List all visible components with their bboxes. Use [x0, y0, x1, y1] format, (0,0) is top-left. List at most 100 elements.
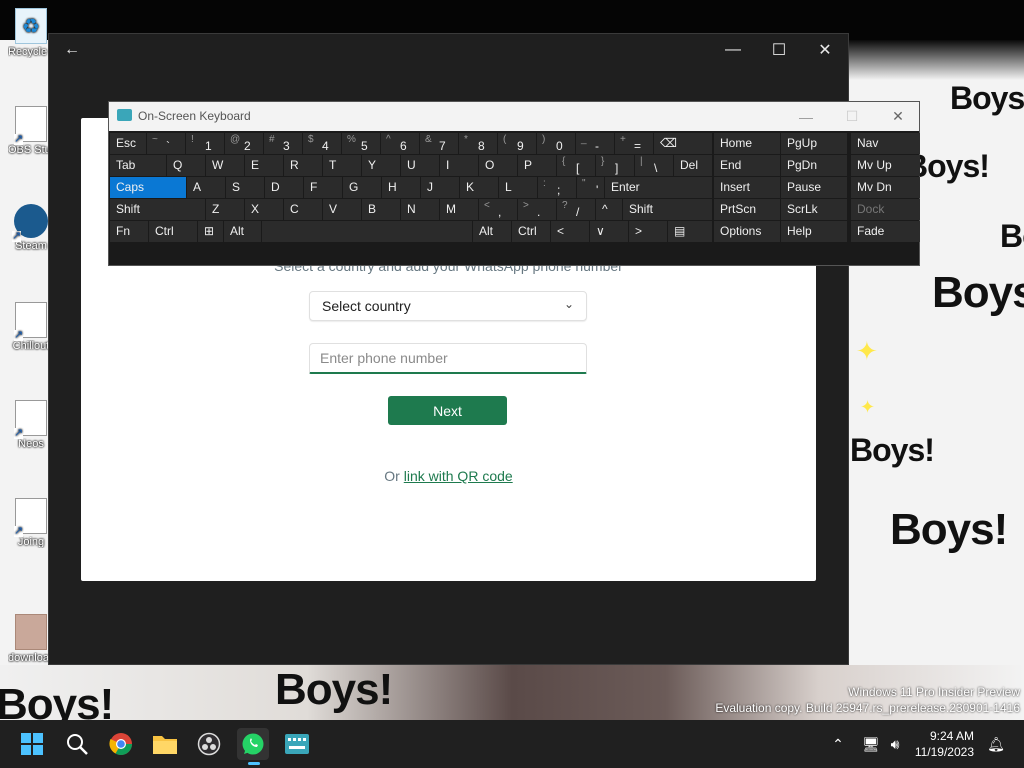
start-button[interactable] [16, 728, 48, 760]
key-[interactable]: >. [518, 199, 556, 220]
key-3[interactable]: #3 [264, 133, 302, 154]
file-explorer-button[interactable] [149, 728, 181, 760]
key-[interactable]: {[ [557, 155, 595, 176]
key-enter[interactable]: Enter [605, 177, 712, 198]
phone-number-input[interactable] [309, 343, 587, 374]
key-s[interactable]: S [226, 177, 264, 198]
key-ctrl[interactable]: Ctrl [512, 221, 550, 242]
key-home[interactable]: Home [714, 133, 780, 154]
key-x[interactable]: X [245, 199, 283, 220]
key-[interactable]: ∨ [590, 221, 628, 242]
key-[interactable]: ⊞ [198, 221, 223, 242]
key-alt[interactable]: Alt [473, 221, 511, 242]
key-fade[interactable]: Fade [851, 221, 920, 242]
notifications-button[interactable]: 🔔︎ [984, 720, 1008, 768]
key-[interactable]: ▤ [668, 221, 712, 242]
key-b[interactable]: B [362, 199, 400, 220]
key-help[interactable]: Help [781, 221, 847, 242]
key-q[interactable]: Q [167, 155, 205, 176]
key-4[interactable]: $4 [303, 133, 341, 154]
key-[interactable]: " ' [577, 177, 604, 198]
key-[interactable]: | \ [635, 155, 673, 176]
key-space[interactable] [262, 221, 472, 242]
osk-close-button[interactable]: ✕ [875, 102, 921, 131]
key-[interactable]: < [551, 221, 589, 242]
key-mv-dn[interactable]: Mv Dn [851, 177, 920, 198]
maximize-button[interactable]: ☐ [756, 34, 802, 66]
key-t[interactable]: T [323, 155, 361, 176]
key-pgdn[interactable]: PgDn [781, 155, 847, 176]
key-tab[interactable]: Tab [110, 155, 166, 176]
key-[interactable]: ? / [557, 199, 595, 220]
key-1[interactable]: ! 1 [186, 133, 224, 154]
key-end[interactable]: End [714, 155, 780, 176]
key-e[interactable]: E [245, 155, 283, 176]
obs-button[interactable] [193, 728, 225, 760]
key-p[interactable]: P [518, 155, 556, 176]
key-fn[interactable]: Fn [110, 221, 148, 242]
key-[interactable]: ⌫ [654, 133, 712, 154]
key-j[interactable]: J [421, 177, 459, 198]
key-7[interactable]: & 7 [420, 133, 458, 154]
key-nav[interactable]: Nav [851, 133, 920, 154]
key-dock[interactable]: Dock [851, 199, 920, 220]
key-insert[interactable]: Insert [714, 177, 780, 198]
key-a[interactable]: A [187, 177, 225, 198]
key-k[interactable]: K [460, 177, 498, 198]
volume-button[interactable]: 🔊︎ [884, 720, 906, 768]
key-i[interactable]: I [440, 155, 478, 176]
key-esc[interactable]: Esc [110, 133, 146, 154]
link-with-qr-code[interactable]: link with QR code [404, 468, 513, 484]
key-mv-up[interactable]: Mv Up [851, 155, 920, 176]
key-o[interactable]: O [479, 155, 517, 176]
key-pgup[interactable]: PgUp [781, 133, 847, 154]
on-screen-keyboard-taskbar-button[interactable] [281, 728, 313, 760]
key-shift[interactable]: Shift [110, 199, 205, 220]
key-0[interactable]: ) 0 [537, 133, 575, 154]
key-n[interactable]: N [401, 199, 439, 220]
key-shift[interactable]: Shift [623, 199, 712, 220]
key-w[interactable]: W [206, 155, 244, 176]
key-2[interactable]: @2 [225, 133, 263, 154]
network-status-button[interactable]: 🖥︎ [856, 720, 886, 768]
osk-minimize-button[interactable]: — [783, 102, 829, 131]
key-v[interactable]: V [323, 199, 361, 220]
key-[interactable]: ~ ` [147, 133, 185, 154]
key-z[interactable]: Z [206, 199, 244, 220]
key-prtscn[interactable]: PrtScn [714, 199, 780, 220]
clock[interactable]: 9:24 AM 11/19/2023 [912, 728, 974, 760]
key-m[interactable]: M [440, 199, 478, 220]
key-u[interactable]: U [401, 155, 439, 176]
osk-maximize-button[interactable]: ☐ [829, 102, 875, 131]
key-[interactable]: ^ [596, 199, 622, 220]
key-scrlk[interactable]: ScrLk [781, 199, 847, 220]
key-d[interactable]: D [265, 177, 303, 198]
next-button[interactable]: Next [388, 396, 507, 425]
key-[interactable]: }] [596, 155, 634, 176]
key-g[interactable]: G [343, 177, 381, 198]
key-pause[interactable]: Pause [781, 177, 847, 198]
key-y[interactable]: Y [362, 155, 400, 176]
key-alt[interactable]: Alt [224, 221, 261, 242]
key-c[interactable]: C [284, 199, 322, 220]
key-[interactable]: _ - [576, 133, 614, 154]
key-[interactable]: <, [479, 199, 517, 220]
key-[interactable]: > [629, 221, 667, 242]
key-options[interactable]: Options [714, 221, 780, 242]
key-8[interactable]: * 8 [459, 133, 497, 154]
key-f[interactable]: F [304, 177, 342, 198]
chrome-button[interactable] [105, 728, 137, 760]
key-[interactable]: + = [615, 133, 653, 154]
whatsapp-taskbar-button[interactable] [237, 728, 269, 765]
key-h[interactable]: H [382, 177, 420, 198]
key-9[interactable]: (9 [498, 133, 536, 154]
key-r[interactable]: R [284, 155, 322, 176]
minimize-button[interactable]: — [710, 34, 756, 66]
key-caps[interactable]: Caps [110, 177, 186, 198]
country-select[interactable]: Select country ⌄ [309, 291, 587, 321]
key-l[interactable]: L [499, 177, 537, 198]
key-5[interactable]: % 5 [342, 133, 380, 154]
key-6[interactable]: ^ 6 [381, 133, 419, 154]
key-ctrl[interactable]: Ctrl [149, 221, 197, 242]
back-arrow-icon[interactable]: ← [49, 34, 95, 66]
